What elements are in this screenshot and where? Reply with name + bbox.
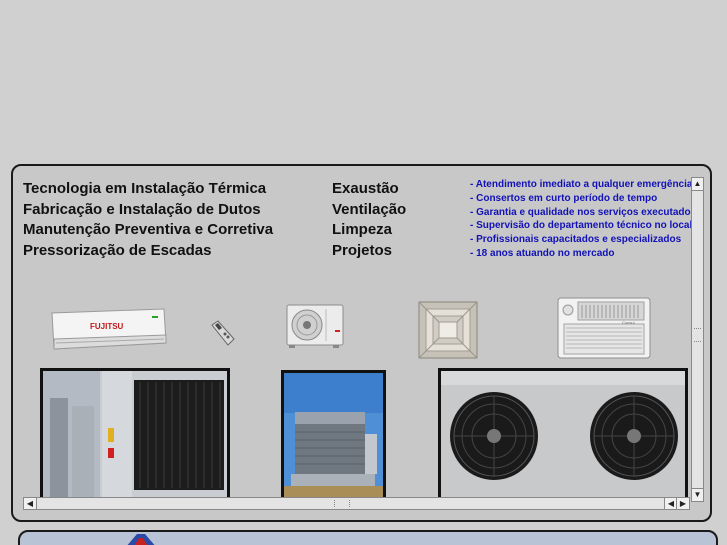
page: Tecnologia em Instalação Térmica Fabrica… xyxy=(0,0,727,545)
scroll-viewport: Tecnologia em Instalação Térmica Fabrica… xyxy=(20,174,694,501)
cooling-tower-photo xyxy=(281,370,386,501)
vertical-scrollbar[interactable]: ▲ ▼ xyxy=(691,177,704,502)
ceiling-diffuser-image xyxy=(418,301,478,359)
service-item: Projetos xyxy=(332,241,393,259)
services-list-right: Exaustão Ventilação Limpeza Projetos xyxy=(332,179,406,261)
service-item: Tecnologia em Instalação Térmica xyxy=(23,180,267,197)
service-item: Ventilação xyxy=(332,200,407,218)
bottom-panel xyxy=(18,530,718,545)
scroll-left-button[interactable]: ◀ xyxy=(24,498,37,509)
service-item: Exaustão xyxy=(332,180,399,197)
highlight-item: - Garantia e qualidade nos serviços exec… xyxy=(470,206,694,218)
server-room-photo xyxy=(40,368,230,501)
scroll-right-button[interactable]: ▶ xyxy=(676,498,689,509)
services-list-left: Tecnologia em Instalação Térmica Fabrica… xyxy=(23,179,273,261)
logo-icon xyxy=(127,534,155,545)
condenser-unit-image xyxy=(286,304,344,348)
service-item: Limpeza xyxy=(332,221,393,238)
highlight-item: - Profissionais capacitados e especializ… xyxy=(470,234,682,246)
scroll-grip-horizontal[interactable] xyxy=(334,500,350,507)
window-ac-image: Consul xyxy=(557,297,651,359)
highlight-item: - Atendimento imediato a qualquer emergê… xyxy=(470,179,693,190)
window-unit-label: Consul xyxy=(622,320,635,325)
highlights-list: - Atendimento imediato a qualquer emergê… xyxy=(470,178,694,261)
scroll-up-button[interactable]: ▲ xyxy=(692,178,703,191)
horizontal-scrollbar[interactable]: ◀ ◀ ▶ xyxy=(23,497,690,510)
highlight-item: - Consertos em curto período de tempo xyxy=(470,192,658,204)
service-item: Pressorização de Escadas xyxy=(23,241,212,259)
brand-label: FUJITSU xyxy=(90,322,124,331)
service-item: Manutenção Preventiva e Corretiva xyxy=(23,221,274,238)
service-item: Fabricação e Instalação de Dutos xyxy=(23,200,261,218)
remote-control-image xyxy=(211,320,235,346)
split-ac-indoor-image: FUJITSU xyxy=(51,308,167,350)
exhaust-fans-photo xyxy=(438,368,688,501)
content-panel: Tecnologia em Instalação Térmica Fabrica… xyxy=(11,164,712,522)
highlight-item: - 18 anos atuando no mercado xyxy=(470,247,615,259)
highlight-item: - Supervisão do departamento técnico no … xyxy=(470,220,693,232)
scroll-grip[interactable] xyxy=(694,328,701,342)
scroll-down-button[interactable]: ▼ xyxy=(692,488,703,501)
